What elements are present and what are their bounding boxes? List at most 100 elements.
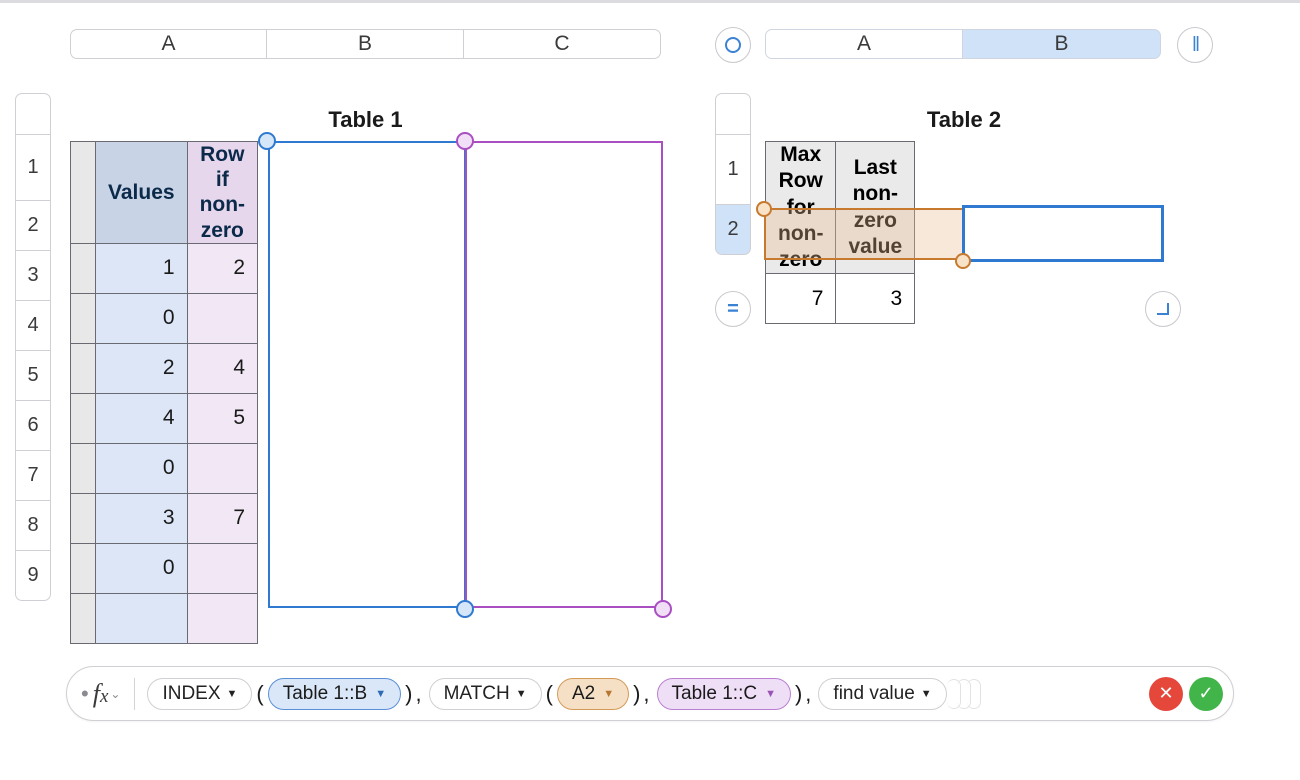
row-tab-3[interactable]: 3 [15,251,51,301]
cell-C9[interactable] [187,593,257,643]
table1-column-tabs: A B C [70,29,661,59]
comma-sep: , [643,681,649,707]
row-tab-2[interactable]: 2 [715,205,751,255]
chevron-down-icon: ▼ [375,688,386,700]
table2-column-tabs: A B [765,29,1161,59]
table1-row-tabs: 1 2 3 4 5 6 7 8 9 [15,93,51,601]
row-tab-6[interactable]: 6 [15,401,51,451]
table2-grid: Max Row for non-zero Last non-zero value… [765,141,915,324]
cell-B8[interactable]: 0 [96,543,188,593]
col-tab-A[interactable]: A [70,29,267,59]
table-row: 2 4 [71,343,258,393]
resize-table-button[interactable] [1145,291,1181,327]
table-row: 7 3 [766,274,915,324]
table1-title[interactable]: Table 1 [70,107,661,133]
row-tab-7[interactable]: 7 [15,451,51,501]
fx-menu-button[interactable]: ⌄ [110,687,120,701]
table1-grid: Values Row if non-zero 1 2 0 2 4 4 5 0 [70,141,258,644]
cell-A2[interactable] [71,243,96,293]
fx-label: fx [93,679,109,709]
row-tab-1[interactable]: 1 [715,135,751,205]
row-tab-2[interactable]: 2 [15,201,51,251]
open-paren: ( [256,681,263,707]
argument-token-find-value[interactable]: find value ▼ [818,678,946,710]
cell-C2[interactable]: 2 [187,243,257,293]
cell-A8[interactable] [71,543,96,593]
cell-A1[interactable]: Max Row for non-zero [766,142,836,274]
function-token-index[interactable]: INDEX ▼ [147,678,252,710]
columns-icon: ‖ [1192,34,1198,57]
formula-bar[interactable]: • fx ⌄ INDEX ▼ ( Table 1::B ▼ ) , MATCH … [66,666,1234,721]
cell-C4[interactable]: 4 [187,343,257,393]
selection-handle-icon[interactable] [955,253,971,269]
cell-A2[interactable]: 7 [766,274,836,324]
table1-corner[interactable] [15,93,51,135]
table-row: 0 [71,443,258,493]
row-tab-8[interactable]: 8 [15,501,51,551]
token-label: find value [833,683,914,705]
col-tab-B[interactable]: B [267,29,464,59]
col-tab-C[interactable]: C [464,29,661,59]
cell-B3[interactable]: 0 [96,293,188,343]
cell-A3[interactable] [71,293,96,343]
col-tab-B[interactable]: B [963,29,1161,59]
divider [134,678,135,710]
cell-B9[interactable] [96,593,188,643]
row-tab-9[interactable]: 9 [15,551,51,601]
selection-handle-icon[interactable] [654,600,672,618]
accept-formula-button[interactable]: ✓ [1189,677,1223,711]
cell-C7[interactable]: 7 [187,493,257,543]
row-tab-1[interactable]: 1 [15,135,51,201]
add-row-button[interactable]: = [715,291,751,327]
cell-A6[interactable] [71,443,96,493]
cell-C1[interactable]: Row if non-zero [187,142,257,244]
table2-row-tabs: 1 2 [715,93,751,255]
table2-title[interactable]: Table 2 [765,107,1163,133]
bullet-icon: • [81,681,89,707]
row-tab-4[interactable]: 4 [15,301,51,351]
cell-B5[interactable]: 4 [96,393,188,443]
cell-C3[interactable] [187,293,257,343]
function-token-match[interactable]: MATCH ▼ [429,678,542,710]
table-row: Values Row if non-zero [71,142,258,244]
table2-corner[interactable] [715,93,751,135]
table-row: 0 [71,293,258,343]
selection-handle-icon[interactable] [456,600,474,618]
cell-C8[interactable] [187,543,257,593]
table-row: 0 [71,543,258,593]
chevron-down-icon: ▼ [765,688,776,700]
cell-A4[interactable] [71,343,96,393]
cell-A1[interactable] [71,142,96,244]
cancel-formula-button[interactable]: ✕ [1149,677,1183,711]
reference-token-table1-c[interactable]: Table 1::C ▼ [657,678,791,710]
reference-token-table1-b[interactable]: Table 1::B ▼ [268,678,401,710]
cell-A9[interactable] [71,593,96,643]
cell-B1[interactable]: Values [96,142,188,244]
check-icon: ✓ [1198,683,1213,704]
cell-B4[interactable]: 2 [96,343,188,393]
reference-token-a2[interactable]: A2 ▼ [557,678,629,710]
cell-A5[interactable] [71,393,96,443]
chevron-down-icon: ▼ [227,688,238,700]
selection-handle-icon[interactable] [456,132,474,150]
close-paren-light: ) [795,681,802,707]
corner-icon [1157,303,1169,315]
col-tab-A[interactable]: A [765,29,963,59]
selection-handle-icon[interactable] [258,132,276,150]
chevron-down-icon: ▼ [516,688,527,700]
cell-A7[interactable] [71,493,96,543]
close-paren-light: ) [633,681,640,707]
comma-sep: , [805,681,811,707]
cell-B2[interactable]: 3 [836,274,915,324]
cell-C5[interactable]: 5 [187,393,257,443]
cell-B6[interactable]: 0 [96,443,188,493]
chevron-down-icon: ▼ [603,688,614,700]
table-origin-button[interactable] [715,27,751,63]
cell-B2[interactable]: 1 [96,243,188,293]
cell-B1[interactable]: Last non-zero value [836,142,915,274]
cell-B7[interactable]: 3 [96,493,188,543]
cell-C6[interactable] [187,443,257,493]
selection-handle-icon[interactable] [756,201,772,217]
row-tab-5[interactable]: 5 [15,351,51,401]
add-column-button[interactable]: ‖ [1177,27,1213,63]
